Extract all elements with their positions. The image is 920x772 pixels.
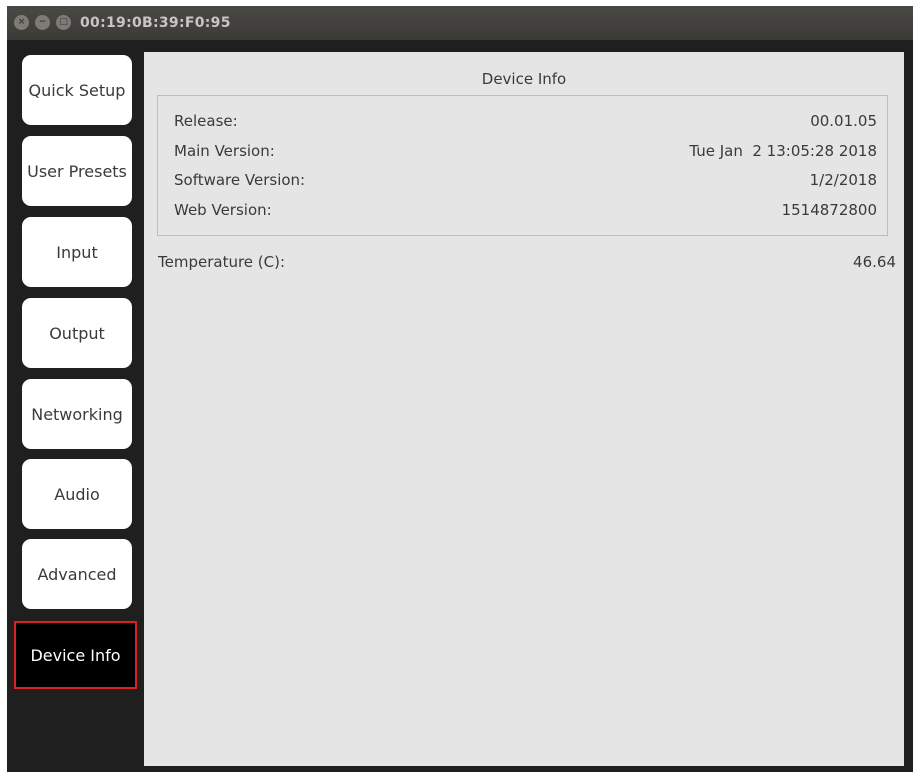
sidebar-item-label: Audio <box>54 484 100 504</box>
sidebar-item-label: Networking <box>31 404 123 424</box>
release-label: Release: <box>174 112 238 130</box>
web-version-label: Web Version: <box>174 201 272 219</box>
software-version-row: Software Version: 1/2/2018 <box>174 169 877 191</box>
sidebar-item-label: Advanced <box>37 564 117 584</box>
temperature-label: Temperature (C): <box>158 253 286 271</box>
panel-title: Device Info <box>481 70 567 88</box>
web-version-row: Web Version: 1514872800 <box>174 199 877 221</box>
sidebar-item-user-presets[interactable]: User Presets <box>22 136 132 206</box>
close-window-icon[interactable]: × <box>14 15 29 30</box>
minimize-window-icon[interactable]: − <box>35 15 50 30</box>
sidebar-item-output[interactable]: Output <box>22 298 132 368</box>
main-version-label: Main Version: <box>174 142 275 160</box>
sidebar-item-networking[interactable]: Networking <box>22 379 132 449</box>
window-title: 00:19:0B:39:F0:95 <box>80 15 231 31</box>
main-version-value: Tue Jan 2 13:05:28 2018 <box>689 142 877 160</box>
title-bar: × − □ 00:19:0B:39:F0:95 <box>7 6 913 40</box>
software-version-label: Software Version: <box>174 171 306 189</box>
sidebar-item-quick-setup[interactable]: Quick Setup <box>22 55 132 125</box>
application-window: × − □ 00:19:0B:39:F0:95 Quick Setup User… <box>7 6 913 772</box>
software-version-value: 1/2/2018 <box>809 171 877 189</box>
sidebar-item-audio[interactable]: Audio <box>22 459 132 529</box>
sidebar-item-label: Device Info <box>30 645 121 665</box>
sidebar-item-device-info[interactable]: Device Info <box>16 623 135 687</box>
sidebar-item-advanced[interactable]: Advanced <box>22 539 132 609</box>
sidebar-item-input[interactable]: Input <box>22 217 132 287</box>
sidebar-item-label: Quick Setup <box>28 80 126 100</box>
release-value: 00.01.05 <box>810 112 877 130</box>
main-version-row: Main Version: Tue Jan 2 13:05:28 2018 <box>174 140 877 162</box>
temperature-row: Temperature (C): 46.64 <box>158 250 896 274</box>
device-info-panel: Device Info Release: 00.01.05 Main Versi… <box>144 52 904 766</box>
sidebar-item-label: Input <box>56 242 98 262</box>
device-info-group: Release: 00.01.05 Main Version: Tue Jan … <box>157 95 888 236</box>
sidebar-item-label: User Presets <box>27 161 127 181</box>
temperature-value: 46.64 <box>853 253 896 271</box>
sidebar-item-label: Output <box>49 323 105 343</box>
web-version-value: 1514872800 <box>781 201 877 219</box>
maximize-window-icon[interactable]: □ <box>56 15 71 30</box>
release-row: Release: 00.01.05 <box>174 110 877 132</box>
